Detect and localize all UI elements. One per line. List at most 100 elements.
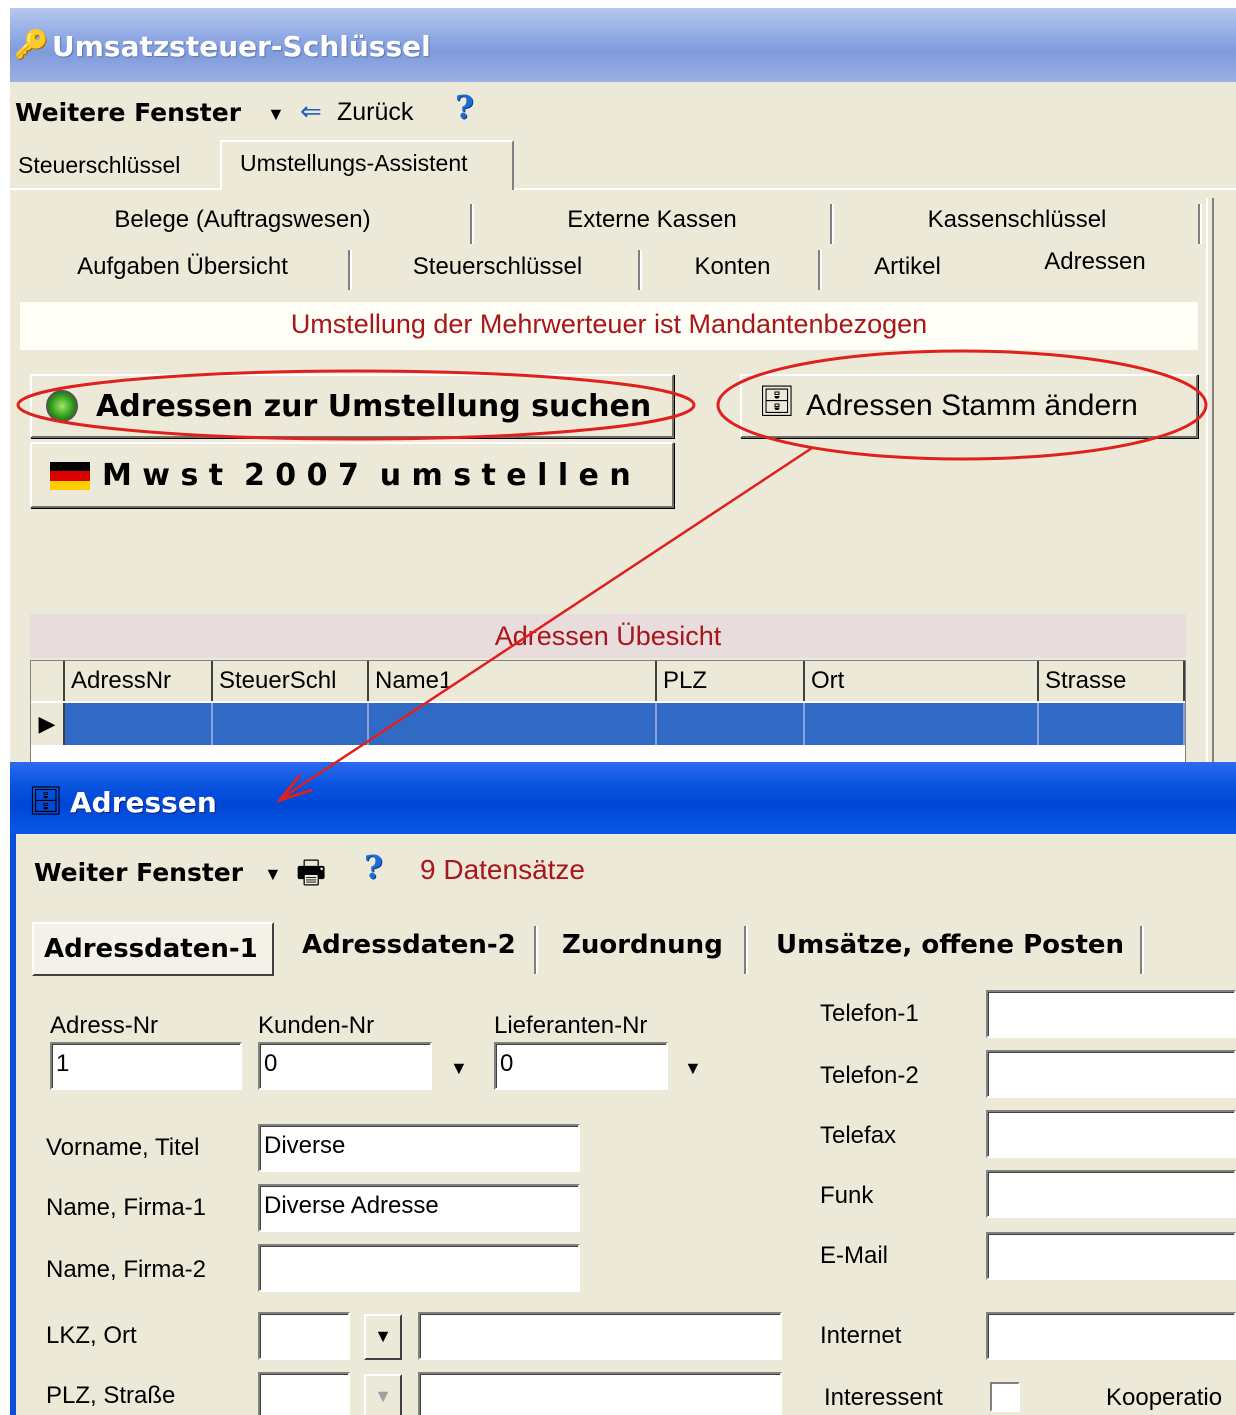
adressen-window: 🗄 Adressen Weiter Fenster ▼ 🖶 ? 9 Datens…: [10, 762, 1236, 1415]
name-firma-1-label: Name, Firma-1: [46, 1194, 207, 1221]
grid-caption: Adressen Übesicht: [30, 614, 1186, 658]
lieferanten-nr-field[interactable]: 0: [494, 1042, 668, 1090]
mwst-umstellen-label: M w s t 2 0 0 7 u m s t e l l e n: [102, 458, 631, 493]
adressen-stamm-label: Adressen Stamm ändern: [806, 389, 1138, 422]
tab-kassenschluessel[interactable]: Kassenschlüssel: [837, 206, 1197, 234]
window-border: [10, 834, 16, 1415]
name-firma-2-field[interactable]: [258, 1244, 580, 1292]
internet-field[interactable]: [986, 1312, 1236, 1360]
chevron-down-icon[interactable]: ▼: [267, 104, 285, 125]
plz-strasse-label: PLZ, Straße: [46, 1382, 176, 1409]
window-title: Umsatzsteuer-Schlüssel: [52, 30, 431, 63]
lieferanten-nr-label: Lieferanten-Nr: [494, 1012, 648, 1039]
kunden-nr-dropdown-icon[interactable]: ▼: [450, 1058, 468, 1079]
tab-label: Umstellungs-Assistent: [240, 150, 468, 176]
telefax-field[interactable]: [986, 1110, 1236, 1158]
tab-separator: [638, 250, 642, 290]
lkz-dropdown-button[interactable]: ▼: [364, 1314, 402, 1360]
table-cell[interactable]: [657, 703, 805, 745]
tab-separator: [1198, 204, 1202, 244]
chevron-down-icon[interactable]: ▼: [264, 864, 282, 885]
funk-label: Funk: [820, 1182, 874, 1209]
col-steuerschl[interactable]: SteuerSchl: [213, 661, 369, 701]
german-flag-icon: [50, 462, 90, 490]
tab-steuerschluessel[interactable]: Steuerschlüssel: [10, 152, 188, 179]
adressen-tabs: Adressdaten-1 Adressdaten-2 Zuordnung Um…: [30, 920, 1236, 976]
info-banner-text: Umstellung der Mehrwerteuer ist Mandante…: [290, 309, 928, 339]
tab-adressen[interactable]: Adressen: [993, 248, 1197, 276]
telefon-2-field[interactable]: [986, 1050, 1236, 1098]
cabinet-icon: 🗄: [28, 785, 64, 816]
row-pointer-icon: ▶: [31, 703, 65, 745]
adressen-stamm-aendern-button[interactable]: 🗄 Adressen Stamm ändern: [740, 374, 1198, 438]
weitere-fenster-menu[interactable]: Weitere Fenster: [15, 98, 241, 127]
weiter-fenster-menu[interactable]: Weiter Fenster: [34, 858, 243, 887]
tab-adressdaten-2[interactable]: Adressdaten-2: [302, 930, 516, 960]
adress-nr-field[interactable]: 1: [50, 1042, 242, 1090]
table-cell[interactable]: [369, 703, 657, 745]
window-titlebar[interactable]: 🔑 Umsatzsteuer-Schlüssel: [10, 8, 1236, 82]
grid-row-header: [31, 661, 65, 701]
adress-nr-label: Adress-Nr: [50, 1012, 159, 1039]
ort-field[interactable]: [418, 1312, 782, 1360]
tab-umsaetze[interactable]: Umsätze, offene Posten: [776, 930, 1124, 960]
kooperation-label: Kooperatio: [1106, 1384, 1223, 1411]
mwst-umstellen-button[interactable]: M w s t 2 0 0 7 u m s t e l l e n: [30, 442, 674, 508]
adressen-suchen-label: Adressen zur Umstellung suchen: [96, 389, 652, 424]
tab-artikel[interactable]: Artikel: [825, 253, 990, 281]
window-title: Adressen: [70, 786, 217, 819]
help-icon[interactable]: ?: [364, 848, 383, 886]
tab-separator: [534, 926, 538, 974]
internet-label: Internet: [820, 1322, 902, 1349]
tab-zuordnung[interactable]: Zuordnung: [562, 930, 723, 960]
help-icon[interactable]: ?: [455, 88, 474, 126]
tab-konten[interactable]: Konten: [645, 253, 820, 281]
tab-separator: [818, 250, 822, 290]
funk-field[interactable]: [986, 1170, 1236, 1218]
tab-aufgaben-uebersicht[interactable]: Aufgaben Übersicht: [15, 253, 350, 281]
telefon-1-label: Telefon-1: [820, 1000, 919, 1027]
telefax-label: Telefax: [820, 1122, 897, 1149]
telefon-1-field[interactable]: [986, 990, 1236, 1038]
tab-belege[interactable]: Belege (Auftragswesen): [15, 206, 470, 234]
tab-steuerschluessel-2[interactable]: Steuerschlüssel: [355, 253, 640, 281]
tab-adressdaten-1[interactable]: Adressdaten-1: [32, 922, 274, 976]
email-field[interactable]: [986, 1232, 1236, 1280]
col-ort[interactable]: Ort: [805, 661, 1039, 701]
name-firma-2-label: Name, Firma-2: [46, 1256, 207, 1283]
green-target-icon: [46, 390, 78, 422]
interessent-checkbox[interactable]: [990, 1382, 1020, 1412]
email-label: E-Mail: [820, 1242, 889, 1269]
strasse-field[interactable]: [418, 1372, 782, 1415]
printer-icon[interactable]: 🖶: [296, 850, 326, 904]
table-row[interactable]: [65, 703, 213, 745]
tab-panel-edge: [1206, 198, 1214, 768]
plz-dropdown-button[interactable]: ▼: [364, 1374, 402, 1415]
table-cell[interactable]: [805, 703, 1039, 745]
tab-umstellungs-assistent[interactable]: Umstellungs-Assistent: [220, 140, 514, 190]
adressen-suchen-button[interactable]: Adressen zur Umstellung suchen: [30, 374, 674, 438]
col-plz[interactable]: PLZ: [657, 661, 805, 701]
table-cell[interactable]: [1039, 703, 1185, 745]
col-strasse[interactable]: Strasse: [1039, 661, 1185, 701]
grid-title: Adressen Übesicht: [494, 621, 722, 651]
tab-separator: [470, 204, 474, 244]
lkz-field[interactable]: [258, 1312, 350, 1360]
table-cell[interactable]: [213, 703, 369, 745]
info-banner: Umstellung der Mehrwerteuer ist Mandante…: [20, 302, 1198, 350]
name-firma-1-field[interactable]: Diverse Adresse: [258, 1184, 580, 1232]
back-button[interactable]: Zurück: [337, 98, 413, 127]
col-name1[interactable]: Name1: [369, 661, 657, 701]
lieferanten-nr-dropdown-icon[interactable]: ▼: [684, 1058, 702, 1079]
window-titlebar[interactable]: 🗄 Adressen: [10, 762, 1236, 834]
col-adressnr[interactable]: AdressNr: [65, 661, 213, 701]
kunden-nr-label: Kunden-Nr: [258, 1012, 375, 1039]
plz-field[interactable]: [258, 1372, 350, 1415]
main-tabs: Steuerschlüssel Umstellungs-Assistent: [10, 138, 1236, 190]
telefon-2-label: Telefon-2: [820, 1062, 919, 1089]
window-app-icon: 🔑: [14, 29, 49, 60]
tab-externe-kassen[interactable]: Externe Kassen: [477, 206, 827, 234]
kunden-nr-field[interactable]: 0: [258, 1042, 432, 1090]
back-arrow-icon[interactable]: ⇐: [300, 96, 322, 127]
vorname-field[interactable]: Diverse: [258, 1124, 580, 1172]
